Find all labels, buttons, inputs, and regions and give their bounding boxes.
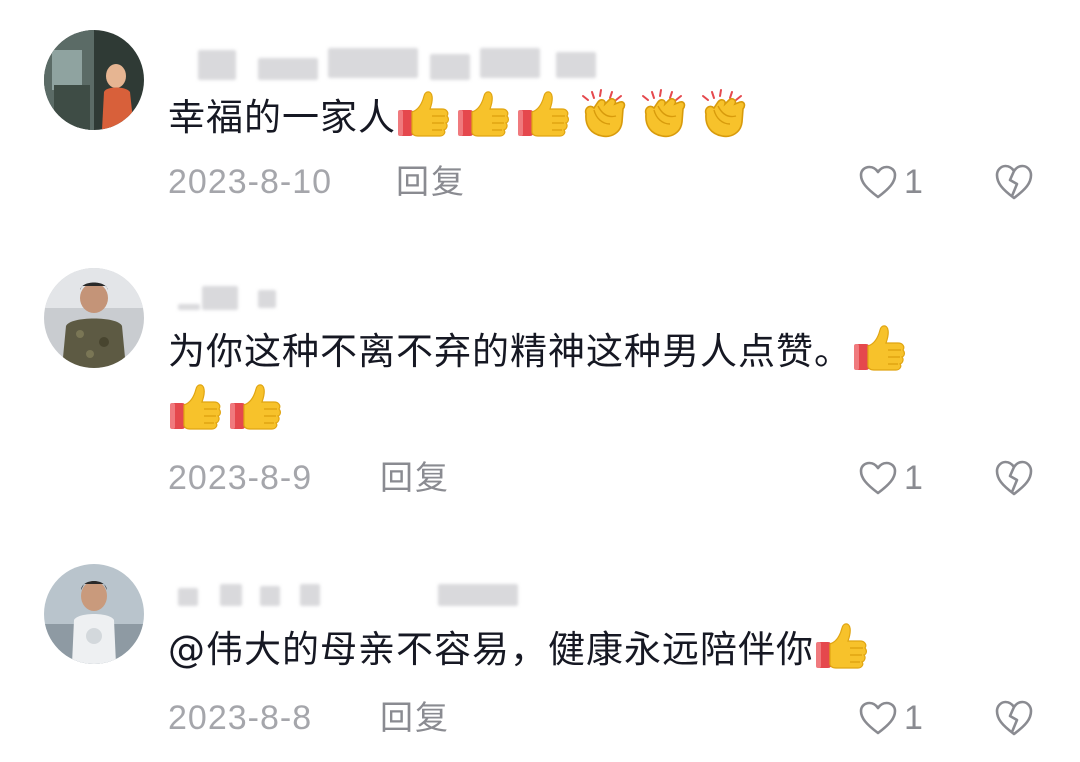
comment-item: @伟大的母亲不容易，健康永远陪伴你 2023-8-8 回复 1 (0, 520, 1080, 762)
comment-text: 幸福的一家人 (168, 88, 1028, 147)
dislike-button[interactable] (994, 162, 1034, 202)
clapping-hands-icon (696, 88, 752, 140)
broken-heart-icon (994, 162, 1034, 202)
like-count: 1 (904, 459, 923, 497)
username-redacted[interactable] (168, 280, 628, 320)
comment-body: 幸福的一家人 (168, 96, 396, 139)
username-redacted[interactable] (168, 576, 628, 616)
comment-date: 2023-8-10 (168, 163, 333, 201)
reply-button[interactable]: 回复 (380, 696, 450, 740)
avatar[interactable] (44, 30, 144, 130)
reply-button[interactable]: 回复 (396, 160, 466, 204)
thumbs-up-icon (516, 88, 572, 140)
thumbs-up-icon (168, 381, 224, 433)
thumbs-up-icon (456, 88, 512, 140)
broken-heart-icon (994, 698, 1034, 738)
like-button[interactable]: 1 (858, 160, 938, 204)
like-count: 1 (904, 163, 923, 201)
reply-button[interactable]: 回复 (380, 456, 450, 500)
clapping-hands-icon (636, 88, 692, 140)
avatar[interactable] (44, 564, 144, 664)
thumbs-up-icon (852, 322, 908, 374)
thumbs-up-icon (228, 381, 284, 433)
heart-outline-icon (858, 164, 898, 200)
thumbs-up-icon (814, 620, 870, 672)
heart-outline-icon (858, 700, 898, 736)
like-button[interactable]: 1 (858, 696, 938, 740)
comment-item: 幸福的一家人 2023-8-10 回复 1 (0, 0, 1080, 230)
username-redacted[interactable] (168, 44, 628, 84)
like-button[interactable]: 1 (858, 456, 938, 500)
dislike-button[interactable] (994, 458, 1034, 498)
thumbs-up-icon (396, 88, 452, 140)
comment-meta: 2023-8-10 回复 1 (168, 160, 1038, 204)
comment-date: 2023-8-9 (168, 459, 313, 497)
clapping-hands-icon (576, 88, 632, 140)
comment-text: 为你这种不离不弃的精神这种男人点赞。 (168, 322, 1028, 440)
comment-item: 为你这种不离不弃的精神这种男人点赞。 2023-8-9 回复 1 (0, 230, 1080, 520)
comment-date: 2023-8-8 (168, 699, 313, 737)
comment-meta: 2023-8-8 回复 1 (168, 696, 1038, 740)
comment-text: @伟大的母亲不容易，健康永远陪伴你 (168, 620, 1028, 679)
dislike-button[interactable] (994, 698, 1034, 738)
comment-body: @伟大的母亲不容易，健康永远陪伴你 (168, 628, 814, 671)
like-count: 1 (904, 699, 923, 737)
broken-heart-icon (994, 458, 1034, 498)
comment-meta: 2023-8-9 回复 1 (168, 456, 1038, 500)
avatar[interactable] (44, 268, 144, 368)
heart-outline-icon (858, 460, 898, 496)
comment-body: 为你这种不离不弃的精神这种男人点赞。 (168, 330, 852, 373)
